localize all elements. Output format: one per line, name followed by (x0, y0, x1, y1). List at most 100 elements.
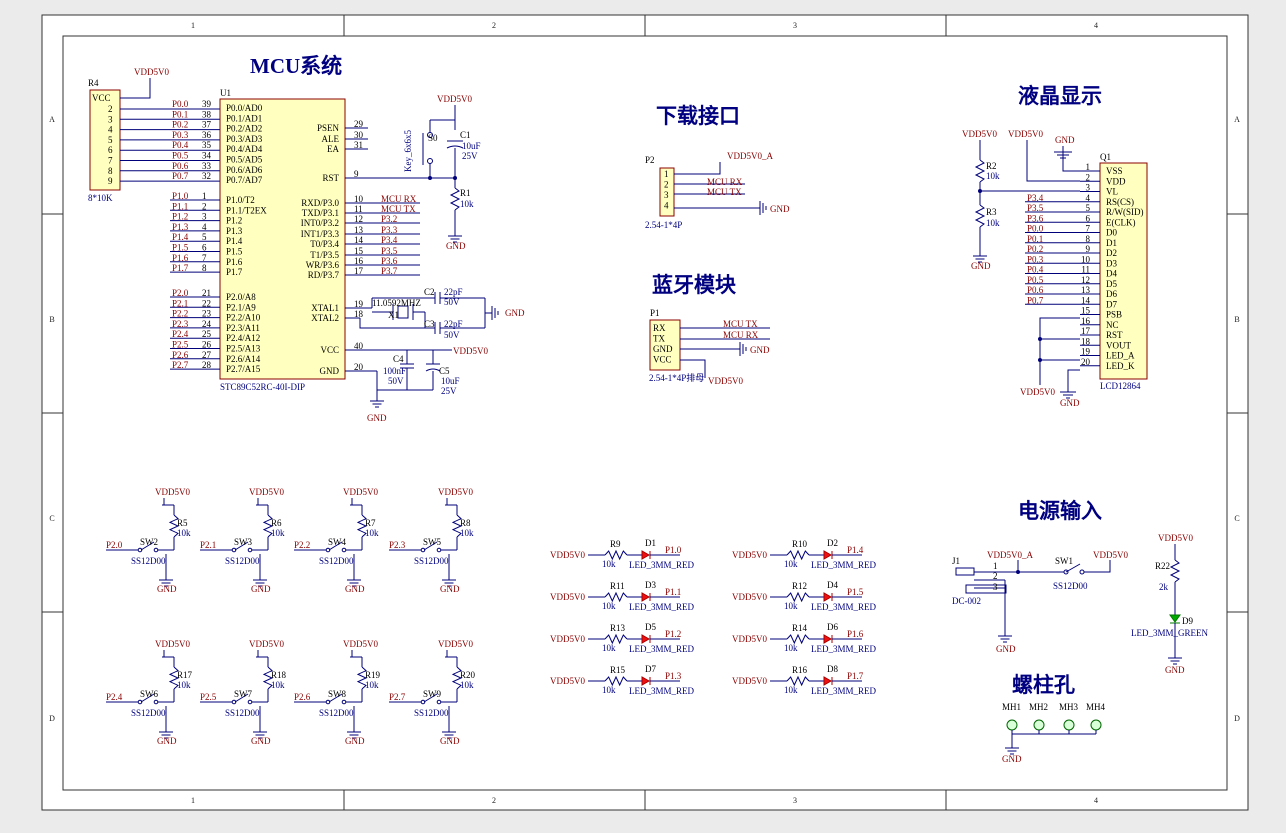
lcd-pin-name: D1 (1106, 238, 1117, 248)
mcu-pin-name: XTAL2 (311, 313, 339, 323)
mcu-net-label: P1.2 (172, 212, 188, 222)
lcd-net-label: P0.7 (1027, 295, 1044, 305)
lcd-net-label: P3.6 (1027, 213, 1044, 223)
led-r-ref: R10 (792, 539, 808, 549)
rpack-pin-number: 6 (108, 145, 113, 155)
lcd-net-label: P0.2 (1027, 244, 1043, 254)
mcu-net-label: P1.5 (172, 243, 189, 253)
reset-sw-part: Key_6x6x5 (403, 130, 413, 172)
lcd-pin-number: 18 (1081, 336, 1091, 346)
p1-pin-name: GND (653, 344, 673, 354)
mcu-pin-name: P1.4 (226, 236, 243, 246)
lcd-net-label: P0.6 (1027, 285, 1044, 295)
lcd-net-label: P0.1 (1027, 234, 1043, 244)
lcd-pin-number: 19 (1081, 347, 1091, 357)
mcu-pin-number: 7 (202, 253, 207, 263)
mcu-pin-number: 4 (202, 222, 207, 232)
rpack-pin-number: 2 (108, 104, 113, 114)
mcu-pin-name: INT1/P3.3 (301, 229, 340, 239)
title-lcd: 液晶显示 (1018, 84, 1102, 108)
key-r-val: 10k (460, 680, 474, 690)
mcu-pin-number: 23 (202, 309, 212, 319)
lcd-pin-number: 15 (1081, 306, 1091, 316)
frame-row-right: C (1234, 514, 1239, 523)
c2-v: 50V (444, 297, 460, 307)
key-net-label: P2.2 (294, 540, 310, 550)
reset-vdd-label: VDD5V0 (437, 94, 472, 104)
key-net-label: P2.1 (200, 540, 216, 550)
key-r-ref: R6 (271, 518, 282, 528)
lcd-r2-ref: R2 (986, 161, 997, 171)
mcu-pin-number: 22 (202, 298, 211, 308)
mcu-pin-name: P0.0/AD0 (226, 103, 263, 113)
lcd-pin-name: RS(CS) (1106, 197, 1134, 207)
led-r-ref: R12 (792, 581, 807, 591)
mcu-ref: U1 (220, 88, 231, 98)
key-sw-part: SS12D00 (319, 708, 354, 718)
mcu-pin-name: P1.7 (226, 267, 243, 277)
frame-col-top: 4 (1094, 21, 1098, 30)
p1-pin-name: TX (653, 334, 665, 344)
mcu-pin-number: 36 (202, 130, 212, 140)
key-sw-part: SS12D00 (319, 556, 354, 566)
mcu-pin-name: P1.0/T2 (226, 195, 255, 205)
mcu-net-label: P0.3 (172, 130, 189, 140)
p1-pin-name: VCC (653, 355, 672, 365)
led-d-part: LED_3MM_RED (629, 602, 695, 612)
led-d-part: LED_3MM_RED (629, 686, 695, 696)
power-vdd-label: VDD5V0 (1093, 550, 1128, 560)
mcu-net-label: P3.5 (381, 246, 398, 256)
power-r-ref: R22 (1155, 561, 1170, 571)
led-d-ref: D4 (827, 580, 838, 590)
led-r-val: 10k (784, 643, 798, 653)
power-d-ref: D9 (1182, 616, 1193, 626)
mcu-net-label: P3.2 (381, 214, 397, 224)
mcu-pin-number: 2 (202, 201, 207, 211)
led-net-label: P1.0 (665, 545, 682, 555)
mcu-net-label: P1.1 (172, 201, 188, 211)
c2-ref: C2 (424, 287, 435, 297)
mcu-pin-name: P0.3/AD3 (226, 134, 263, 144)
mcu-pin-number: 33 (202, 161, 212, 171)
mcu-pin-number: 35 (202, 140, 212, 150)
mcu-net-label: P2.7 (172, 360, 189, 370)
led-d-part: LED_3MM_RED (811, 686, 877, 696)
led-vdd-label: VDD5V0 (732, 676, 767, 686)
key-sw-ref: SW4 (328, 537, 347, 547)
mcu-net-label: P1.0 (172, 191, 189, 201)
led-r-val: 10k (784, 559, 798, 569)
c4-val: 100nF (383, 366, 406, 376)
mcu-net-label: P3.6 (381, 256, 398, 266)
key-sw-ref: SW2 (140, 537, 158, 547)
mcu-net-label: P0.4 (172, 140, 189, 150)
p2-ref: P2 (645, 155, 655, 165)
mcu-pin-name: P0.4/AD4 (226, 144, 263, 154)
lcd-pin-number: 10 (1081, 254, 1091, 264)
rpack-pin-number: 9 (108, 176, 113, 186)
key-gnd-label: GND (251, 736, 271, 746)
decoup-vdd-label: VDD5V0 (453, 346, 488, 356)
lcd-gnd-top-label: GND (1055, 135, 1075, 145)
c5-val: 10uF (441, 376, 460, 386)
mcu-net-label: P0.6 (172, 161, 189, 171)
power-led-gnd-label: GND (1165, 665, 1185, 675)
c3-ref: C3 (424, 319, 435, 329)
mcu-net-label: P0.1 (172, 109, 188, 119)
led-d-ref: D8 (827, 664, 838, 674)
mcu-net-label: P1.4 (172, 232, 189, 242)
mcu-net-label: P1.6 (172, 253, 189, 263)
mcu-pin-number: 39 (202, 99, 212, 109)
mcu-pin-name: P2.3/A11 (226, 323, 260, 333)
lcd-pin-name: R/W(SID) (1106, 207, 1144, 217)
lcd-pin-number: 1 (1086, 162, 1091, 172)
lcd-vdd-pot-label: VDD5V0 (962, 129, 997, 139)
p1-gnd-label: GND (750, 345, 770, 355)
frame-col-top: 1 (191, 21, 195, 30)
power-vdd-a-label: VDD5V0_A (987, 550, 1033, 560)
frame-col-bottom: 2 (492, 796, 496, 805)
p1-ref: P1 (650, 308, 660, 318)
key-sw-part: SS12D00 (131, 556, 166, 566)
lcd-pin-name: PSB (1106, 310, 1122, 320)
mcu-net-label: P3.4 (381, 235, 398, 245)
lcd-net-label: P0.5 (1027, 275, 1044, 285)
